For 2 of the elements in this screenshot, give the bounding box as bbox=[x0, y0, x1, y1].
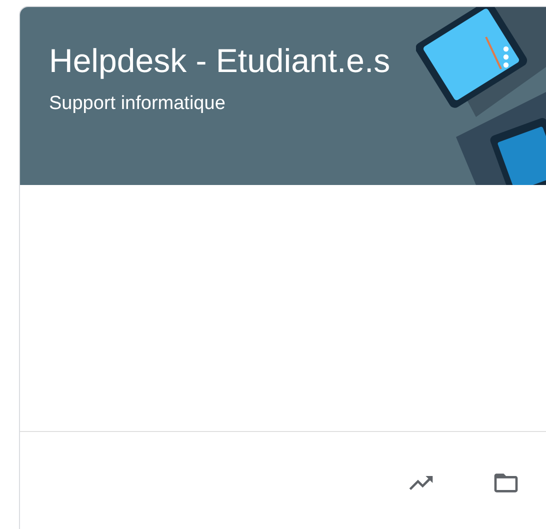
class-subtitle: Support informatique bbox=[49, 93, 226, 115]
class-title[interactable]: Helpdesk - Etudiant.e.s bbox=[49, 41, 390, 81]
